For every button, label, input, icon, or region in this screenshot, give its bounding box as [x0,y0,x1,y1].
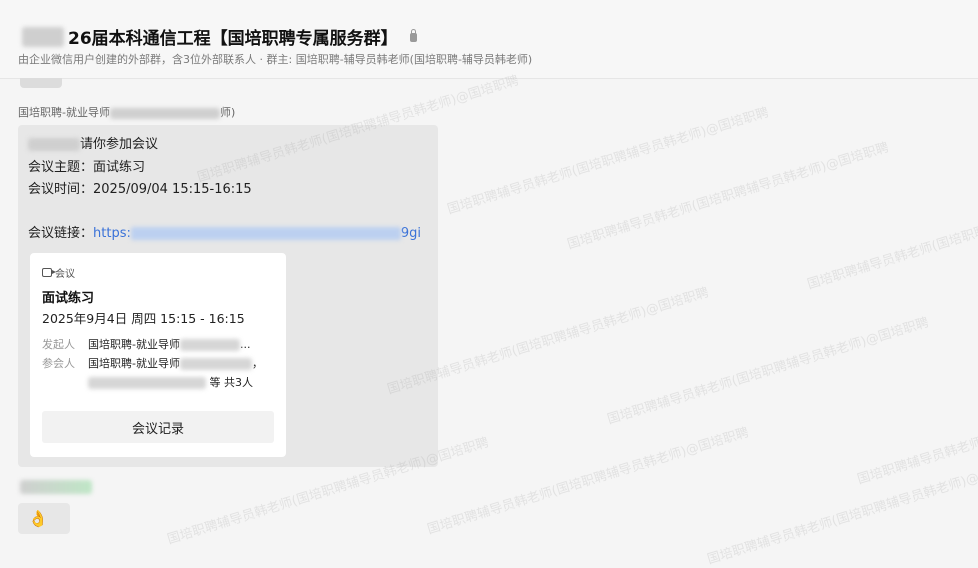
video-camera-icon [42,268,56,277]
meeting-type-label: 会议 [55,269,75,280]
chat-header: 26届本科通信工程【国培职聘专属服务群】 由企业微信用户创建的外部群，含3位外部… [0,0,978,79]
initiator-label: 发起人 [42,338,75,351]
chat-title-row: 26届本科通信工程【国培职聘专属服务群】 [22,24,417,49]
chat-subtitle: 由企业微信用户创建的外部群，含3位外部联系人 · 群主: 国培职聘-辅导员韩老师… [18,53,533,66]
meeting-card[interactable]: 会议 面试练习 2025年9月4日 周四 15:15 - 16:15 发起人 国… [30,253,286,457]
invite-line: 请你参加会议 [28,133,158,152]
meeting-link[interactable]: https: 9gi [93,226,421,241]
meeting-link-start: https: [93,226,131,241]
redacted-attendee [179,358,252,370]
redacted-initiator [179,339,240,351]
previous-message-stub [20,78,62,88]
initiator-value: 国培职聘-就业导师... [88,336,250,352]
meeting-card-type: 会议 [42,265,75,280]
initiator-ellipsis: ... [239,338,251,351]
meeting-card-title: 面试练习 [42,291,95,306]
emoji-message-bubble[interactable]: 👌 [18,503,70,534]
sender-name-tail: 师) [219,106,236,119]
attendees-value: 国培职聘-就业导师 ， [88,355,263,371]
meeting-link-end: 9gi [400,226,421,241]
redacted-sender [109,107,220,119]
meeting-topic-line: 会议主题：面试练习 [28,160,146,175]
attendees-total: 等 共3人 [209,376,254,389]
meeting-card-time: 2025年9月4日 周四 15:15 - 16:15 [42,311,245,326]
sender-name: 国培职聘-就业导师 [18,106,110,119]
watermark: 国培职聘辅导员韩老师(国培职聘辅导员韩老师)@国培职聘 [705,455,978,568]
watermark: 国培职聘辅导员韩老师(国培职聘辅导员韩老师)@国培职聘 [855,375,978,488]
ok-hand-emoji: 👌 [28,509,48,528]
redacted-link [130,227,401,240]
initiator-name: 国培职聘-就业导师 [88,338,180,351]
redacted-prefix [22,26,64,47]
attendees-label: 参会人 [42,357,75,370]
attendees-total-line: 等 共3人 [88,374,253,390]
message-sender: 国培职聘-就业导师 师) [18,104,235,120]
attendee-name: 国培职聘-就业导师 [88,357,180,370]
meeting-message-bubble[interactable]: 请你参加会议 会议主题：面试练习 会议时间：2025/09/04 15:15-1… [18,125,438,467]
watermark: 国培职聘辅导员韩老师(国培职聘辅导员韩老师)@国培职聘 [805,180,978,293]
meeting-link-label: 会议链接： [28,226,94,241]
attendee-comma: ， [251,357,263,370]
redacted-next-sender [20,480,92,494]
watermark: 国培职聘辅导员韩老师(国培职聘辅导员韩老师)@国培职聘 [565,140,891,253]
invite-text: 请你参加会议 [80,137,159,152]
watermark: 国培职聘辅导员韩老师(国培职聘辅导员韩老师)@国培职聘 [605,315,931,428]
meeting-link-line: 会议链接：https: 9gi [28,222,421,241]
chat-title[interactable]: 26届本科通信工程【国培职聘专属服务群】 [68,24,398,49]
meeting-time-line: 会议时间：2025/09/04 15:15-16:15 [28,182,252,197]
watermark: 国培职聘辅导员韩老师(国培职聘辅导员韩老师)@国培职聘 [445,105,771,218]
watermark: 国培职聘辅导员韩老师(国培职聘辅导员韩老师)@国培职聘 [425,425,751,538]
lock-icon [409,29,417,42]
redacted-inviter [28,138,80,151]
meeting-record-button[interactable]: 会议记录 [42,411,274,443]
redacted-attendees [88,377,206,389]
